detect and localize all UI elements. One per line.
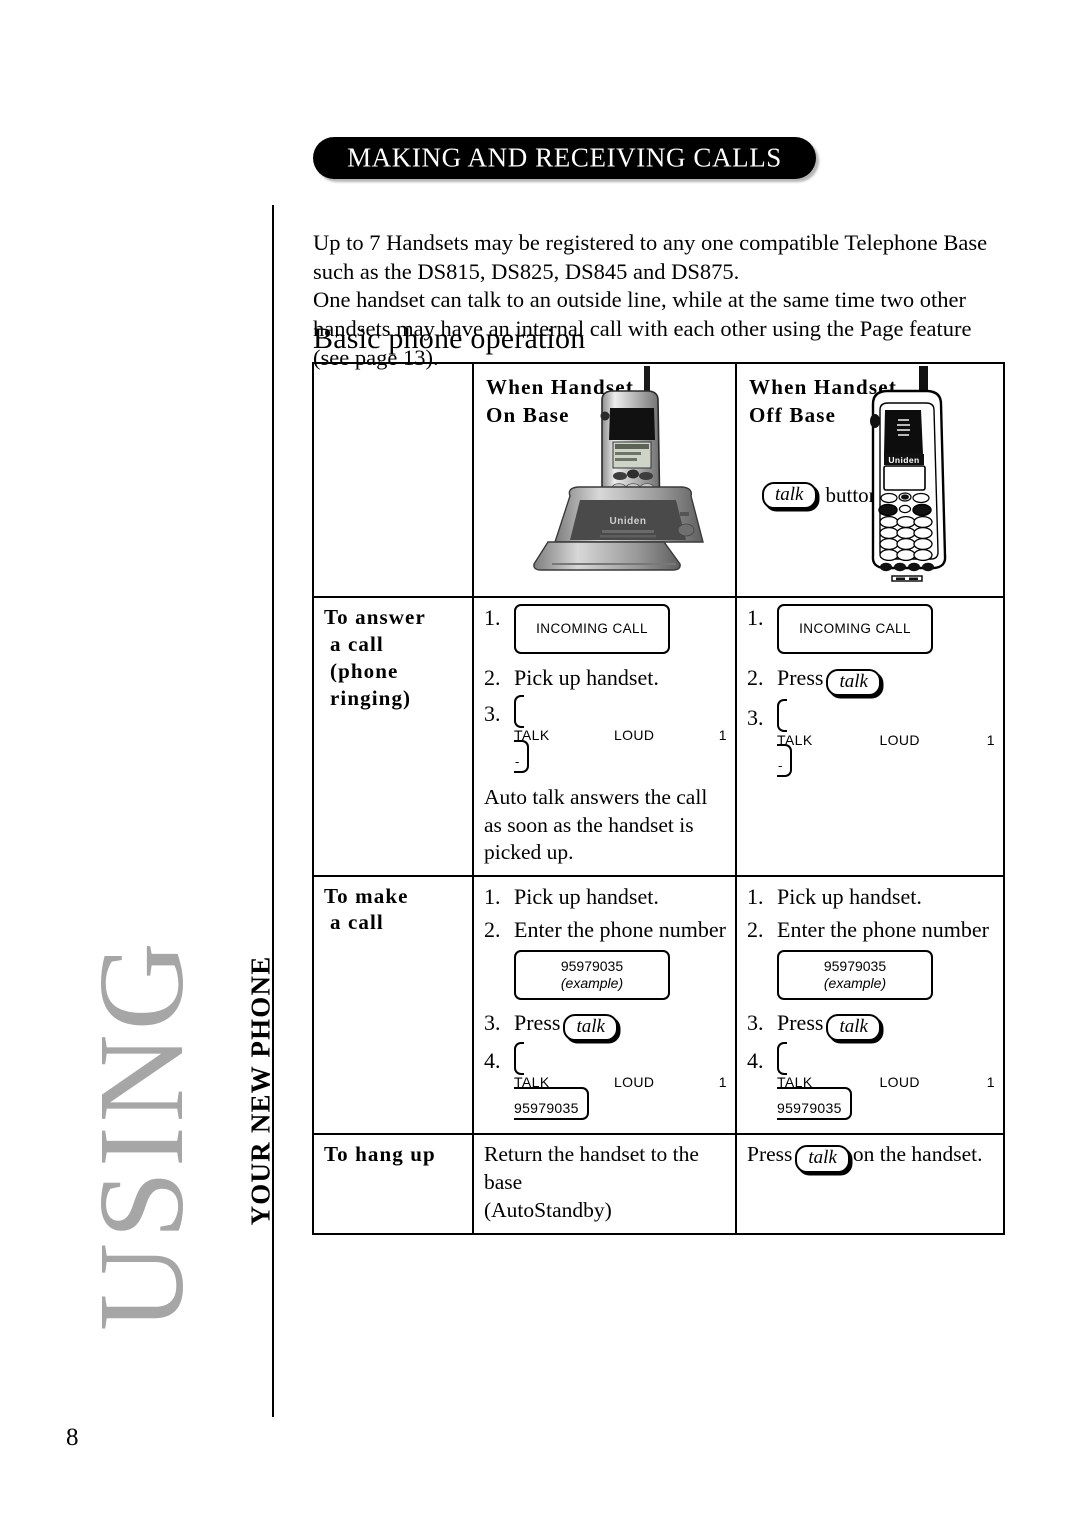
header-cell-blank — [312, 362, 474, 598]
lcd-cursor-dash: - — [515, 753, 520, 769]
intro-paragraph-1: Up to 7 Handsets may be registered to an… — [313, 229, 988, 284]
lcd-talk-status: TALK LOUD 1 - — [514, 694, 727, 773]
row-label-make-call: To make a call — [312, 874, 474, 1136]
step-item: 95979035 (example) — [747, 949, 995, 1000]
cell-hangup-on-base: Return the handset to the base (AutoStan… — [472, 1133, 737, 1236]
cell-make-on-base: 1. Pick up handset. 2. Enter the phone n… — [472, 874, 737, 1136]
steps-make-on-base: 1. Pick up handset. 2. Enter the phone n… — [484, 883, 727, 1120]
step-item: 3. TALK LOUD 1 - — [484, 694, 727, 773]
table-header-row: When Handset On Base Uniden When Handset… — [312, 362, 1005, 598]
lcd-incoming-call: INCOMING CALL — [514, 604, 670, 654]
step-item: 1. INCOMING CALL — [484, 604, 727, 654]
row-label-answer-call: To answer a call (phone ringing) — [312, 596, 474, 877]
step-item: 3. Press talk — [484, 1009, 727, 1041]
page-title-banner: MAKING AND RECEIVING CALLS — [313, 137, 816, 179]
lcd-talk-with-number: TALK LOUD 1 95979035 — [514, 1041, 727, 1120]
row-label-hang-up: To hang up — [312, 1133, 474, 1236]
talk-button-graphic[interactable]: talk — [826, 669, 881, 697]
cell-make-off-base: 1. Pick up handset. 2. Enter the phone n… — [735, 874, 1005, 1136]
step-item: 4. TALK LOUD 1 95979035 — [747, 1041, 995, 1120]
basic-phone-operation-table: When Handset On Base Uniden When Handset… — [312, 362, 1005, 1236]
talk-button-graphic[interactable]: talk — [795, 1145, 850, 1173]
step-item: 4. TALK LOUD 1 95979035 — [484, 1041, 727, 1120]
lcd-dialed-number: 95979035 (example) — [777, 949, 933, 1000]
page-title: MAKING AND RECEIVING CALLS — [347, 142, 782, 173]
step-item: 3. Press talk — [747, 1009, 995, 1041]
svg-text:Uniden: Uniden — [888, 455, 919, 465]
step-item: 2. Enter the phone number — [747, 917, 989, 943]
header-cell-on-base: When Handset On Base Uniden — [472, 362, 737, 598]
handset-off-base-illustration: Uniden — [870, 366, 947, 582]
lcd-dialed-number: 95979035 (example) — [514, 949, 670, 1000]
talk-button-graphic[interactable]: talk — [826, 1013, 881, 1041]
table-row-make-call: To make a call 1. Pick up handset. 2. En… — [312, 874, 1005, 1136]
side-tab-subtitle: YOUR NEW PHONE — [245, 955, 276, 1226]
step-item: 95979035 (example) — [484, 949, 727, 1000]
step-item: 1. INCOMING CALL — [747, 604, 995, 654]
steps-make-off-base: 1. Pick up handset. 2. Enter the phone n… — [747, 883, 995, 1120]
lcd-talk-with-number: TALK LOUD 1 95979035 — [777, 1041, 995, 1120]
auto-talk-note: Auto talk answers the call as soon as th… — [484, 785, 708, 865]
section-heading: Basic phone operation — [313, 322, 586, 355]
cell-answer-on-base: 1. INCOMING CALL 2. Pick up handset. 3. … — [472, 596, 737, 877]
side-tab-section-title: USING — [74, 938, 209, 1331]
steps-answer-on-base: 1. INCOMING CALL 2. Pick up handset. 3. … — [484, 604, 727, 773]
step-item: 1. Pick up handset. — [747, 883, 922, 909]
step-item: 2. Press talk — [747, 664, 995, 697]
cell-hangup-off-base: Press talk on the handset. — [735, 1133, 1005, 1236]
header-cell-off-base: When Handset Off Base talk button Uniden — [735, 362, 1005, 598]
step-item: 2. Enter the phone number — [484, 917, 726, 943]
handset-on-base-photo: Uniden — [533, 366, 704, 571]
table-row-hang-up: To hang up Return the handset to the bas… — [312, 1133, 1005, 1236]
talk-button-graphic[interactable]: talk — [563, 1013, 618, 1041]
step-item: 2. Pick up handset. — [484, 665, 659, 690]
page-number: 8 — [66, 1424, 79, 1451]
lcd-incoming-call: INCOMING CALL — [777, 604, 933, 654]
cell-answer-off-base: 1. INCOMING CALL 2. Press talk 3. TALK L… — [735, 596, 1005, 877]
svg-text:Uniden: Uniden — [610, 516, 647, 527]
step-item: 3. TALK LOUD 1 - — [747, 699, 995, 778]
lcd-talk-status: TALK LOUD 1 - — [777, 699, 995, 778]
table-row-answer-call: To answer a call (phone ringing) 1. INCO… — [312, 596, 1005, 877]
lcd-cursor-dash: - — [778, 758, 783, 774]
steps-answer-off-base: 1. INCOMING CALL 2. Press talk 3. TALK L… — [747, 604, 995, 778]
step-item: 1. Pick up handset. — [484, 883, 659, 909]
